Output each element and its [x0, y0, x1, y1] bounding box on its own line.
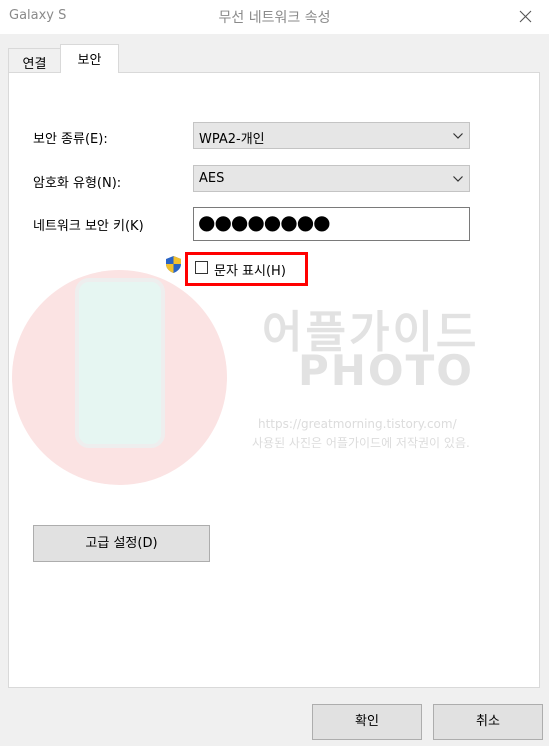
show-characters-label[interactable]: 문자 표시(H) — [214, 260, 286, 279]
tab-security-label: 보안 — [77, 53, 102, 68]
security-type-value: WPA2-개인 — [199, 132, 265, 147]
chevron-down-icon — [453, 133, 463, 139]
chevron-down-icon — [453, 176, 463, 182]
close-icon — [519, 10, 532, 23]
watermark-note: 사용된 사진은 어플가이드에 저작권이 있음. — [252, 436, 470, 450]
show-characters-checkbox[interactable] — [195, 261, 208, 274]
tab-connection[interactable]: 연결 — [8, 48, 61, 72]
encryption-type-value: AES — [199, 171, 225, 186]
advanced-settings-button[interactable]: 고급 설정(D) — [33, 525, 210, 562]
watermark-url: https://greatmorning.tistory.com/ — [258, 417, 457, 431]
cancel-button[interactable]: 취소 — [433, 704, 543, 740]
watermark-phone-image — [75, 278, 165, 448]
encryption-type-label: 암호화 유형(N): — [33, 176, 122, 191]
uac-shield-icon — [166, 256, 181, 273]
title-bar: Galaxy S 무선 네트워크 속성 — [0, 0, 549, 34]
tab-connection-label: 연결 — [22, 57, 47, 72]
network-key-input[interactable]: ●●●●●●●● — [193, 207, 470, 241]
encryption-type-select[interactable]: AES — [193, 165, 470, 192]
close-button[interactable] — [503, 0, 549, 34]
security-type-select[interactable]: WPA2-개인 — [193, 122, 470, 149]
network-key-value: ●●●●●●●● — [198, 210, 331, 234]
ok-button[interactable]: 확인 — [312, 704, 422, 740]
tab-security[interactable]: 보안 — [60, 44, 119, 73]
window-title: 무선 네트워크 속성 — [218, 10, 331, 26]
network-key-label: 네트워크 보안 키(K) — [33, 219, 144, 234]
security-type-label: 보안 종류(E): — [33, 132, 108, 147]
watermark-photo: PHOTO — [298, 346, 474, 395]
